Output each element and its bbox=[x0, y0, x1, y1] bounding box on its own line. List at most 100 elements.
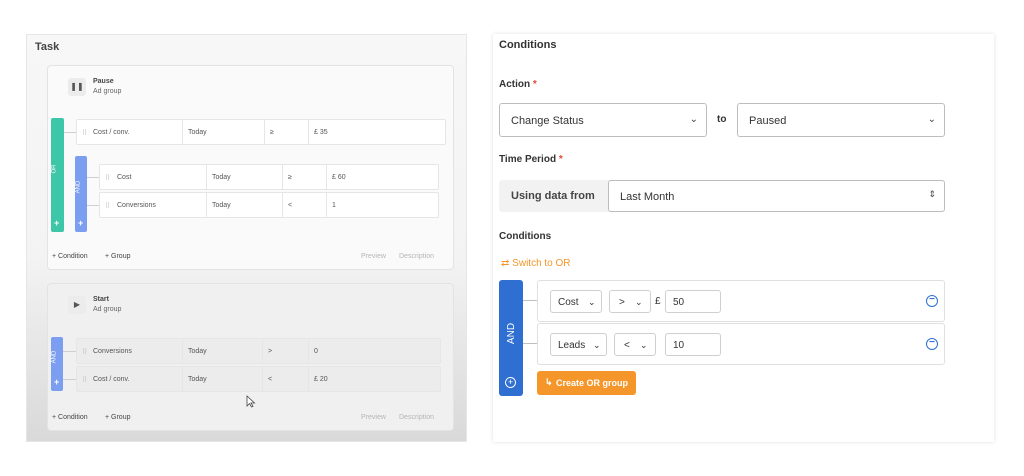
rule-metric[interactable]: Conversions bbox=[117, 202, 156, 209]
task-panel: Task ❚❚ Pause Ad group OR + ⠿ Cost / con… bbox=[26, 34, 467, 442]
currency-symbol: £ bbox=[655, 296, 661, 307]
drag-handle-icon[interactable]: ⠿ bbox=[82, 129, 87, 137]
drag-handle-icon[interactable]: ⠿ bbox=[82, 376, 87, 384]
preview-link[interactable]: Preview bbox=[361, 414, 386, 421]
operator-select[interactable]: < ⌄ bbox=[614, 333, 656, 356]
conditions-panel: Conditions Action * Change Status ⌄ to P… bbox=[493, 34, 994, 442]
rule-value[interactable]: £ 35 bbox=[314, 129, 328, 136]
swap-icon: ⇄ bbox=[501, 258, 510, 269]
connector bbox=[64, 132, 76, 133]
card-title: Start bbox=[93, 296, 109, 303]
connector bbox=[87, 205, 99, 206]
rule-period[interactable]: Today bbox=[212, 174, 231, 181]
connector bbox=[63, 351, 76, 352]
condition-row: Cost ⌄ > ⌄ £ 50 − bbox=[537, 280, 945, 322]
and-group-bar[interactable]: AND + bbox=[499, 280, 523, 396]
rule-period[interactable]: Today bbox=[188, 129, 207, 136]
add-condition-button[interactable]: + Condition bbox=[52, 414, 88, 421]
cursor-icon bbox=[246, 395, 256, 408]
value-input[interactable]: 10 bbox=[665, 333, 721, 356]
add-icon[interactable]: + bbox=[78, 218, 83, 228]
rule-metric[interactable]: Conversions bbox=[93, 348, 132, 355]
or-label: OR bbox=[51, 164, 58, 174]
rule-metric[interactable]: Cost bbox=[117, 174, 131, 181]
conditions-label: Conditions bbox=[499, 231, 552, 242]
or-group-bar[interactable]: OR + bbox=[51, 118, 64, 232]
connector bbox=[87, 177, 99, 178]
add-condition-button[interactable]: + Condition bbox=[52, 253, 88, 260]
corner-arrow-icon: ↳ bbox=[545, 377, 553, 387]
to-label: to bbox=[717, 114, 727, 125]
remove-icon[interactable]: − bbox=[926, 295, 938, 307]
play-icon[interactable]: ▶ bbox=[68, 296, 86, 314]
sort-icon[interactable]: ⇕ bbox=[928, 189, 936, 200]
connector bbox=[523, 343, 537, 344]
rule-value[interactable]: £ 60 bbox=[332, 174, 346, 181]
remove-icon[interactable]: − bbox=[926, 338, 938, 350]
create-or-group-button[interactable]: ↳ Create OR group bbox=[537, 371, 636, 395]
rule-operator[interactable]: ≥ bbox=[288, 174, 292, 181]
chevron-down-icon: ⌄ bbox=[640, 340, 648, 350]
action-select[interactable]: Change Status ⌄ bbox=[499, 103, 707, 137]
time-period-group: Using data from Last Month ⇕ bbox=[499, 180, 945, 212]
rule-row[interactable]: ⠿ Cost / conv. Today ≥ £ 35 bbox=[76, 119, 446, 145]
rule-value[interactable]: £ 20 bbox=[314, 376, 328, 383]
rule-row[interactable]: ⠿ Conversions Today > 0 bbox=[76, 338, 441, 364]
drag-handle-icon[interactable]: ⠿ bbox=[105, 202, 110, 210]
task-card-pause: ❚❚ Pause Ad group OR + ⠿ Cost / conv. To… bbox=[47, 65, 454, 270]
switch-to-or-button[interactable]: ⇄ Switch to OR bbox=[501, 258, 571, 269]
rule-operator[interactable]: ≥ bbox=[270, 129, 274, 136]
chevron-down-icon: ⌄ bbox=[635, 297, 643, 307]
chevron-down-icon: ⌄ bbox=[588, 297, 596, 307]
task-card-start: ▶ Start Ad group AND + ⠿ Conversions Tod… bbox=[47, 283, 454, 431]
drag-handle-icon[interactable]: ⠿ bbox=[105, 174, 110, 182]
metric-select[interactable]: Cost ⌄ bbox=[550, 290, 602, 313]
connector bbox=[63, 379, 76, 380]
rule-period[interactable]: Today bbox=[188, 348, 207, 355]
rule-metric[interactable]: Cost / conv. bbox=[93, 129, 129, 136]
add-circle-icon[interactable]: + bbox=[505, 377, 516, 388]
and-group-bar[interactable]: AND + bbox=[75, 156, 87, 232]
rule-row[interactable]: ⠿ Cost Today ≥ £ 60 bbox=[99, 164, 439, 190]
rule-operator[interactable]: < bbox=[288, 202, 292, 209]
card-subtitle: Ad group bbox=[93, 88, 122, 95]
pause-icon[interactable]: ❚❚ bbox=[68, 78, 86, 96]
rule-period[interactable]: Today bbox=[188, 376, 207, 383]
conditions-title: Conditions bbox=[499, 39, 557, 51]
rule-operator[interactable]: > bbox=[268, 348, 272, 355]
description-link[interactable]: Description bbox=[399, 414, 434, 421]
add-group-button[interactable]: + Group bbox=[105, 414, 131, 421]
connector bbox=[523, 300, 537, 301]
rule-metric[interactable]: Cost / conv. bbox=[93, 376, 129, 383]
status-select[interactable]: Paused ⌄ bbox=[737, 103, 945, 137]
description-link[interactable]: Description bbox=[399, 253, 434, 260]
add-icon[interactable]: + bbox=[54, 218, 59, 228]
drag-handle-icon[interactable]: ⠿ bbox=[82, 348, 87, 356]
rule-period[interactable]: Today bbox=[212, 202, 231, 209]
time-period-label: Time Period * bbox=[499, 154, 563, 165]
metric-select[interactable]: Leads ⌄ bbox=[550, 333, 607, 356]
rule-value[interactable]: 1 bbox=[332, 202, 336, 209]
operator-select[interactable]: > ⌄ bbox=[609, 290, 651, 313]
period-select[interactable]: Last Month ⇕ bbox=[608, 180, 945, 212]
rule-row[interactable]: ⠿ Conversions Today < 1 bbox=[99, 192, 439, 218]
using-data-from-label: Using data from bbox=[511, 190, 595, 202]
rule-operator[interactable]: < bbox=[268, 376, 272, 383]
rule-value[interactable]: 0 bbox=[314, 348, 318, 355]
task-title: Task bbox=[35, 41, 60, 53]
and-group-bar[interactable]: AND + bbox=[51, 337, 63, 391]
and-label: AND bbox=[506, 322, 518, 345]
preview-link[interactable]: Preview bbox=[361, 253, 386, 260]
and-label: AND bbox=[75, 180, 82, 194]
and-label: AND bbox=[51, 350, 58, 364]
condition-row: Leads ⌄ < ⌄ 10 − bbox=[537, 323, 945, 365]
add-icon[interactable]: + bbox=[54, 377, 59, 387]
chevron-down-icon[interactable]: ⌄ bbox=[690, 114, 698, 125]
chevron-down-icon: ⌄ bbox=[593, 340, 601, 350]
rule-row[interactable]: ⠿ Cost / conv. Today < £ 20 bbox=[76, 366, 441, 392]
value-input[interactable]: 50 bbox=[665, 290, 721, 313]
card-subtitle: Ad group bbox=[93, 306, 122, 313]
add-group-button[interactable]: + Group bbox=[105, 253, 131, 260]
chevron-down-icon[interactable]: ⌄ bbox=[928, 114, 936, 125]
action-label: Action * bbox=[499, 79, 537, 90]
